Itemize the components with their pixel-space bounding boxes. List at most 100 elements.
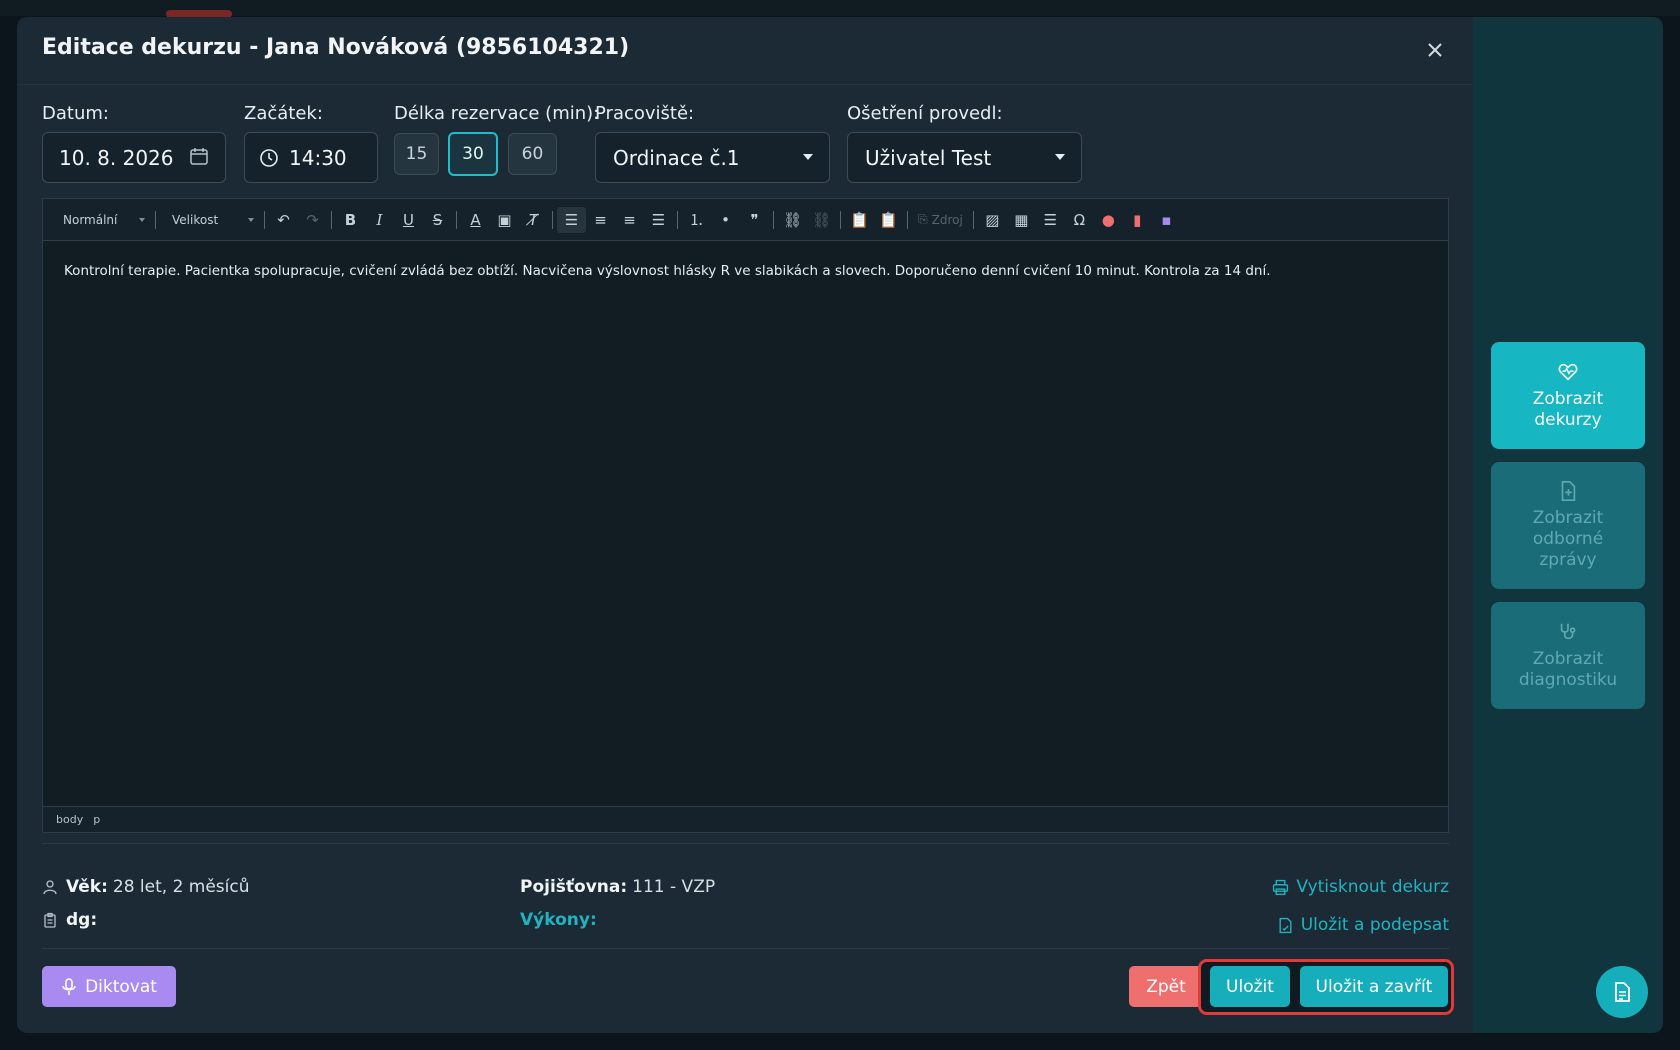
table-icon[interactable]: ▦ — [1007, 207, 1036, 233]
blockquote-icon[interactable]: ❞ — [740, 207, 769, 233]
toolbar-separator — [552, 210, 553, 229]
image-icon[interactable]: ▨ — [978, 207, 1007, 233]
align-right-icon[interactable]: ≡ — [615, 207, 644, 233]
close-icon — [1428, 43, 1442, 57]
bookmark-icon[interactable]: ▮ — [1123, 207, 1152, 233]
document-sign-icon — [1279, 917, 1292, 933]
background-topbar — [0, 0, 1680, 16]
numbered-list-icon[interactable]: ⒈ — [682, 207, 711, 233]
toolbar-separator — [972, 210, 974, 229]
show-diagnostics-button[interactable]: Zobrazit diagnostiku — [1491, 602, 1645, 709]
italic-icon[interactable]: I — [365, 207, 394, 233]
stethoscope-icon — [1560, 623, 1576, 639]
clock-icon — [260, 148, 278, 167]
align-justify-icon[interactable]: ☰ — [644, 207, 673, 233]
strikethrough-icon[interactable]: S — [423, 207, 452, 233]
underline-icon[interactable]: U — [394, 207, 423, 233]
insurance-info: Pojišťovna: 111 - VZP — [520, 877, 715, 897]
size-select[interactable]: Velikost — [160, 207, 260, 233]
toolbar-separator — [264, 210, 265, 229]
special-char-icon[interactable]: Ω — [1065, 207, 1094, 233]
bullet-list-icon[interactable]: • — [711, 207, 740, 233]
paste-word-icon[interactable]: 📋 — [874, 207, 903, 233]
toolbar-separator — [155, 210, 156, 229]
paste-text-icon[interactable]: 📋 — [845, 207, 874, 233]
save-close-button[interactable]: Uložit a zavřít — [1300, 966, 1448, 1007]
clipboard-icon — [44, 912, 56, 928]
show-reports-label-2: odborné — [1532, 529, 1604, 549]
performer-label: Ošetření provedl: — [847, 103, 1003, 124]
performer-value: Uživatel Test — [865, 145, 992, 170]
duration-60-button[interactable]: 60 — [508, 133, 557, 175]
printer-icon — [1273, 879, 1289, 895]
ai-icon[interactable]: ▪ — [1152, 207, 1181, 233]
procedures-info: Výkony: — [520, 910, 602, 930]
bold-icon[interactable]: B — [336, 207, 365, 233]
show-diagnostics-label-1: Zobrazit — [1532, 648, 1604, 669]
background-color-icon[interactable]: ▣ — [490, 207, 519, 233]
save-sign-label: Uložit a podepsat — [1300, 915, 1449, 935]
start-time-field[interactable]: 14:30 — [244, 132, 378, 183]
print-dekurz-label: Vytisknout dekurz — [1296, 877, 1449, 897]
rich-text-editor: Normální Velikost ↶ ↷ B I U S A ▣ T̸ ☰ ≡… — [42, 198, 1449, 833]
insurance-label: Pojišťovna: — [520, 877, 628, 897]
date-label: Datum: — [42, 103, 109, 124]
procedures-label[interactable]: Výkony: — [520, 910, 597, 930]
remove-format-icon[interactable]: T̸ — [519, 207, 548, 233]
path-p[interactable]: p — [93, 813, 100, 826]
age-info: Věk: 28 let, 2 měsíců — [42, 877, 250, 897]
chevron-down-icon — [803, 154, 813, 160]
user-icon — [43, 880, 57, 895]
show-dekurzy-label-2: dekurzy — [1534, 409, 1602, 430]
save-button[interactable]: Uložit — [1210, 966, 1290, 1007]
undo-icon[interactable]: ↶ — [269, 207, 298, 233]
editor-toolbar: Normální Velikost ↶ ↷ B I U S A ▣ T̸ ☰ ≡… — [43, 199, 1448, 241]
date-field[interactable]: 10. 8. 2026 — [42, 132, 226, 183]
dg-label: dg: — [66, 910, 98, 930]
horizontal-rule-icon[interactable]: ☰ — [1036, 207, 1065, 233]
document-fab-button[interactable] — [1596, 966, 1648, 1018]
align-center-icon[interactable]: ≡ — [586, 207, 615, 233]
right-sidebar: Zobrazit dekurzy Zobrazit odborné zprávy… — [1473, 17, 1663, 1033]
back-button[interactable]: Zpět — [1129, 966, 1203, 1007]
show-dekurzy-label-1: Zobrazit — [1532, 388, 1604, 409]
modal-title: Editace dekurzu - Jana Nováková (9856104… — [42, 35, 630, 60]
redo-icon[interactable]: ↷ — [298, 207, 327, 233]
chevron-down-icon — [248, 217, 254, 222]
align-left-icon[interactable]: ☰ — [557, 206, 586, 233]
toolbar-separator — [773, 210, 774, 229]
show-reports-button[interactable]: Zobrazit odborné zprávy — [1491, 462, 1645, 589]
comment-icon[interactable]: ● — [1094, 207, 1123, 233]
date-value: 10. 8. 2026 — [59, 145, 174, 170]
document-icon — [1615, 982, 1630, 1002]
show-dekurzy-button[interactable]: Zobrazit dekurzy — [1491, 342, 1645, 449]
info-divider-bottom — [42, 948, 1449, 949]
text-color-icon[interactable]: A — [461, 207, 490, 233]
duration-30-button[interactable]: 30 — [448, 132, 498, 176]
unlink-icon[interactable]: ⛓ — [807, 207, 836, 233]
close-button[interactable] — [1422, 37, 1448, 63]
toolbar-separator — [840, 210, 841, 229]
workplace-value: Ordinace č.1 — [613, 145, 740, 170]
edit-dekurz-modal: Editace dekurzu - Jana Nováková (9856104… — [17, 17, 1473, 1033]
start-time-value: 14:30 — [289, 145, 347, 170]
save-sign-link[interactable]: Uložit a podepsat — [1277, 915, 1449, 935]
print-dekurz-link[interactable]: Vytisknout dekurz — [1272, 877, 1449, 897]
duration-15-button[interactable]: 15 — [394, 133, 439, 175]
start-label: Začátek: — [244, 103, 323, 124]
toolbar-separator — [677, 210, 678, 229]
performer-select[interactable]: Uživatel Test — [847, 132, 1082, 183]
editor-element-path: body p — [43, 806, 1448, 832]
dictate-label: Diktovat — [85, 976, 157, 997]
source-button[interactable]: ⎘ Zdroj — [912, 212, 969, 227]
workplace-select[interactable]: Ordinace č.1 — [595, 132, 830, 183]
link-icon[interactable]: ⛓ — [778, 207, 807, 233]
show-reports-label-3: zprávy — [1539, 550, 1597, 570]
editor-content[interactable]: Kontrolní terapie. Pacientka spolupracuj… — [43, 241, 1448, 808]
path-body[interactable]: body — [56, 813, 83, 826]
calendar-icon[interactable] — [189, 146, 209, 166]
format-select[interactable]: Normální — [51, 207, 151, 233]
dictate-button[interactable]: Diktovat — [42, 966, 176, 1007]
source-label: Zdroj — [931, 212, 963, 227]
modal-header: Editace dekurzu - Jana Nováková (9856104… — [17, 17, 1473, 85]
